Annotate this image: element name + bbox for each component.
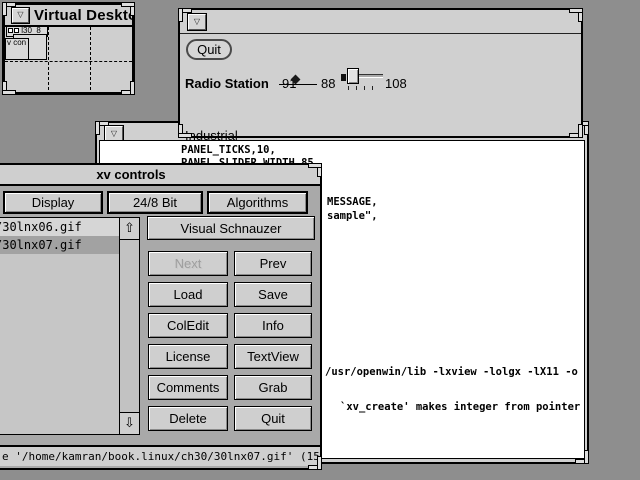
coledit-button[interactable]: ColEdit <box>148 313 228 338</box>
resize-corner[interactable] <box>2 81 16 95</box>
slider-tick <box>372 86 373 90</box>
slider-max-label: 108 <box>385 76 407 91</box>
mini-window-label: v con <box>7 38 26 47</box>
scroll-up-icon[interactable]: ⇧ <box>120 218 139 240</box>
radio-window-titlebar[interactable]: ▽ <box>180 10 581 34</box>
mini-titlebar-icon <box>8 28 13 33</box>
slider-tick <box>356 86 357 90</box>
slider-tick <box>348 86 349 90</box>
slider-trough[interactable] <box>359 74 383 78</box>
virtual-desktop-titlebar[interactable]: ▽ Virtual Desktop <box>5 5 132 27</box>
comments-button[interactable]: Comments <box>148 375 228 400</box>
xv-controls-window: xv controls Display 24/8 Bit Algorithms … <box>0 163 322 470</box>
load-button[interactable]: Load <box>148 282 228 307</box>
bit-mode-menu-button[interactable]: 24/8 Bit <box>107 191 203 214</box>
text-field-underline <box>279 84 317 85</box>
triangle-down-icon: ▽ <box>194 18 200 26</box>
grab-button[interactable]: Grab <box>234 375 312 400</box>
pager-grid-line <box>48 27 49 90</box>
resize-corner[interactable] <box>308 456 322 470</box>
genre-text: Industrial <box>185 128 238 143</box>
visual-schnauzer-button[interactable]: Visual Schnauzer <box>147 216 315 240</box>
file-name: 30lnx06.gif <box>2 220 81 234</box>
slider-knob[interactable] <box>347 68 359 84</box>
resize-corner[interactable] <box>2 2 16 16</box>
virtual-desktop-window: ▽ Virtual Desktop l30_8 v con <box>2 2 135 95</box>
save-button[interactable]: Save <box>234 282 312 307</box>
prev-button[interactable]: Prev <box>234 251 312 276</box>
mini-titlebar-icon <box>14 28 19 33</box>
pager-grid-line <box>5 61 132 62</box>
pager-grid-line <box>90 27 91 90</box>
code-line: PANEL_TICKS,10, <box>181 144 276 156</box>
list-item-selected[interactable]: /30lnx07.gif <box>0 236 119 254</box>
resize-corner[interactable] <box>121 2 135 16</box>
next-button[interactable]: Next <box>148 251 228 276</box>
textview-button[interactable]: TextView <box>234 344 312 369</box>
resize-corner[interactable] <box>95 121 109 135</box>
resize-corner[interactable] <box>569 124 583 138</box>
slider-tick <box>364 86 365 90</box>
resize-corner[interactable] <box>178 8 192 22</box>
slider-endcap <box>341 74 346 81</box>
quit-button[interactable]: Quit <box>186 39 232 60</box>
radio-station-label: Radio Station <box>185 76 269 91</box>
code-line: /usr/openwin/lib -lxview -lolgx -lX11 -o… <box>325 366 585 378</box>
algorithms-menu-button[interactable]: Algorithms <box>207 191 308 214</box>
desktop-pager[interactable]: l30_8 v con <box>5 27 132 90</box>
frequency-slider[interactable] <box>341 68 387 90</box>
code-line: sample", <box>327 210 378 222</box>
triangle-down-icon: ▽ <box>17 11 23 19</box>
delete-button[interactable]: Delete <box>148 406 228 431</box>
file-list-scrollbar[interactable]: ⇧ ⇩ <box>119 217 140 435</box>
resize-corner[interactable] <box>308 163 322 177</box>
slider-min-label: 88 <box>321 76 335 91</box>
quit-button[interactable]: Quit <box>234 406 312 431</box>
list-item[interactable]: /30lnx06.gif <box>0 218 119 236</box>
resize-corner[interactable] <box>575 450 589 464</box>
virtual-desktop-title: Virtual Desktop <box>34 7 132 24</box>
filename-status-bar: e '/home/kamran/book.linux/ch30/30lnx07.… <box>0 445 320 466</box>
display-menu-button[interactable]: Display <box>3 191 103 214</box>
pager-mini-window-xv[interactable]: v con <box>5 38 29 60</box>
resize-corner[interactable] <box>569 8 583 22</box>
info-button[interactable]: Info <box>234 313 312 338</box>
code-line: `xv_create' makes integer from pointer w… <box>340 401 585 413</box>
xv-controls-titlebar[interactable]: xv controls <box>0 165 320 186</box>
license-button[interactable]: License <box>148 344 228 369</box>
radio-station-window: ▽ Quit Radio Station 91 88 108 Industria… <box>178 8 583 138</box>
file-list[interactable]: /30lnx06.gif /30lnx07.gif <box>0 217 120 435</box>
scroll-down-icon[interactable]: ⇩ <box>120 412 139 434</box>
triangle-down-icon: ▽ <box>111 130 117 138</box>
file-name: 30lnx07.gif <box>2 238 81 252</box>
code-line: MESSAGE, <box>327 196 378 208</box>
resize-corner[interactable] <box>178 124 192 138</box>
resize-corner[interactable] <box>121 81 135 95</box>
